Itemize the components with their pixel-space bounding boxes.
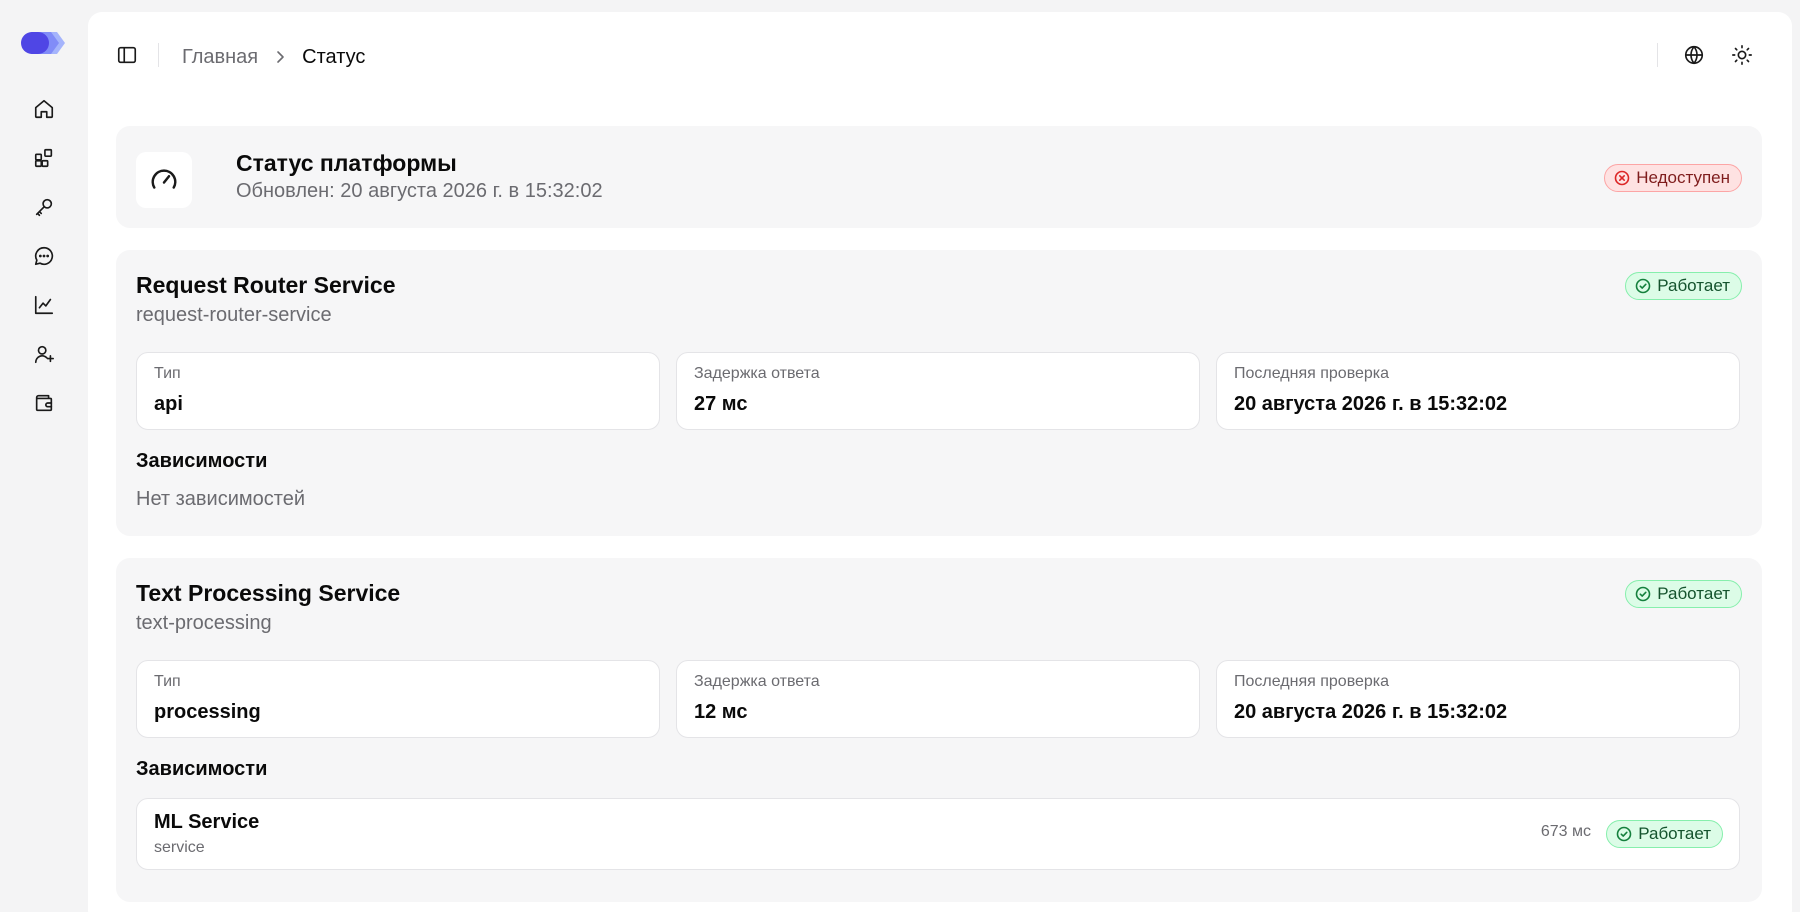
nav-apps[interactable] bbox=[26, 140, 62, 176]
metric-type: Тип processing bbox=[136, 660, 660, 738]
metric-latency: Задержка ответа 27 мс bbox=[676, 352, 1200, 430]
dependencies-heading: Зависимости bbox=[136, 450, 268, 472]
metric-value: 20 августа 2026 г. в 15:32:02 bbox=[1234, 393, 1508, 415]
metric-value: 20 августа 2026 г. в 15:32:02 bbox=[1234, 701, 1508, 723]
metric-value: 27 мс bbox=[694, 393, 748, 415]
metric-value: processing bbox=[154, 701, 261, 723]
metric-label: Последняя проверка bbox=[1234, 365, 1390, 382]
platform-status-card: Статус платформы Обновлен: 20 августа 20… bbox=[116, 126, 1762, 228]
theme-toggle-button[interactable] bbox=[1725, 38, 1759, 72]
service-status-text: Работает bbox=[1657, 276, 1730, 295]
platform-status-badge: Недоступен bbox=[1604, 164, 1742, 192]
topbar: Главная Статус bbox=[88, 12, 1792, 98]
metric-label: Задержка ответа bbox=[694, 673, 820, 690]
metric-label: Тип bbox=[154, 365, 181, 382]
metric-type: Тип api bbox=[136, 352, 660, 430]
service-name: Text Processing Service bbox=[136, 580, 401, 606]
metric-latency: Задержка ответа 12 мс bbox=[676, 660, 1200, 738]
platform-title: Статус платформы bbox=[236, 150, 457, 176]
sidebar-toggle-icon bbox=[117, 46, 137, 64]
breadcrumb: Главная Статус bbox=[182, 42, 365, 72]
nav-wallet[interactable] bbox=[26, 385, 62, 421]
service-id: text-processing bbox=[136, 612, 272, 634]
metric-value: 12 мс bbox=[694, 701, 748, 723]
metric-value: api bbox=[154, 393, 183, 415]
apps-icon bbox=[34, 148, 53, 168]
service-card: Text Processing Service text-processing … bbox=[116, 558, 1762, 902]
chart-icon bbox=[34, 295, 54, 315]
nav-chat[interactable] bbox=[26, 238, 62, 274]
nav-keys[interactable] bbox=[26, 189, 62, 225]
service-status-text: Работает bbox=[1657, 584, 1730, 603]
check-circle-icon bbox=[1635, 278, 1651, 294]
metric-label: Задержка ответа bbox=[694, 365, 820, 382]
service-status-badge: Работает bbox=[1625, 580, 1742, 608]
metric-label: Тип bbox=[154, 673, 181, 690]
topbar-divider bbox=[158, 43, 159, 67]
globe-icon bbox=[1684, 45, 1704, 65]
topbar-divider-right bbox=[1657, 43, 1658, 67]
nav-users[interactable] bbox=[26, 336, 62, 372]
sidebar bbox=[0, 0, 88, 912]
logo[interactable] bbox=[21, 30, 67, 56]
check-circle-icon bbox=[1635, 586, 1651, 602]
metric-label: Последняя проверка bbox=[1234, 673, 1390, 690]
dependencies-heading: Зависимости bbox=[136, 758, 268, 780]
platform-status-text: Недоступен bbox=[1636, 168, 1730, 187]
platform-updated: Обновлен: 20 августа 2026 г. в 15:32:02 bbox=[236, 180, 603, 202]
main-panel: Главная Статус Статус платформы Обновлен… bbox=[88, 12, 1792, 912]
chevron-right-icon bbox=[272, 49, 288, 65]
platform-icon-box bbox=[136, 152, 192, 208]
dependency-status-text: Работает bbox=[1638, 824, 1711, 843]
breadcrumb-current: Статус bbox=[302, 45, 366, 68]
metric-last-check: Последняя проверка 20 августа 2026 г. в … bbox=[1216, 352, 1740, 430]
gauge-icon bbox=[151, 169, 177, 189]
nav-home[interactable] bbox=[26, 91, 62, 127]
service-status-badge: Работает bbox=[1625, 272, 1742, 300]
dependencies-empty: Нет зависимостей bbox=[136, 488, 305, 510]
sidebar-toggle-button[interactable] bbox=[110, 38, 144, 72]
service-card: Request Router Service request-router-se… bbox=[116, 250, 1762, 536]
service-name: Request Router Service bbox=[136, 272, 396, 298]
nav-analytics[interactable] bbox=[26, 287, 62, 323]
app-root: Главная Статус Статус платформы Обновлен… bbox=[0, 0, 1800, 912]
dependency-status-badge: Работает bbox=[1606, 820, 1723, 848]
dependency-latency: 673 мс bbox=[1540, 823, 1591, 840]
breadcrumb-home[interactable]: Главная bbox=[182, 46, 258, 69]
x-circle-icon bbox=[1614, 170, 1630, 186]
service-id: request-router-service bbox=[136, 304, 332, 326]
check-circle-icon bbox=[1616, 826, 1632, 842]
metric-last-check: Последняя проверка 20 августа 2026 г. в … bbox=[1216, 660, 1740, 738]
sun-icon bbox=[1732, 45, 1752, 65]
key-icon bbox=[35, 198, 53, 217]
language-button[interactable] bbox=[1677, 38, 1711, 72]
dependency-row[interactable]: ML Service service 673 мс Работает bbox=[136, 798, 1740, 870]
home-icon bbox=[34, 99, 54, 119]
chat-icon bbox=[34, 246, 54, 266]
wallet-icon bbox=[35, 394, 53, 412]
user-plus-icon bbox=[34, 345, 54, 364]
dependency-name: ML Service bbox=[154, 811, 260, 833]
dependency-type: service bbox=[154, 839, 205, 856]
